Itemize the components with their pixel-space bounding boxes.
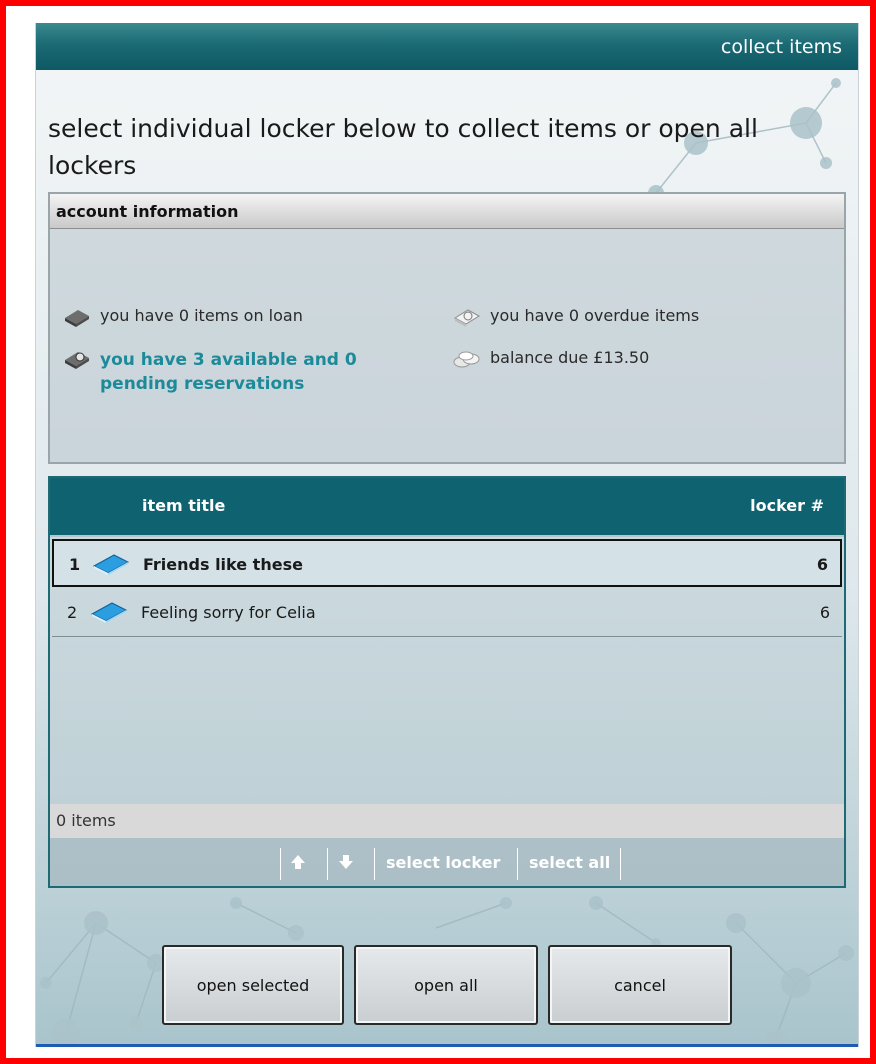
- reservation-book-icon: [65, 352, 89, 369]
- account-information-heading: account information: [50, 194, 844, 229]
- open-selected-button[interactable]: open selected: [162, 945, 344, 1025]
- loans-info: you have 0 items on loan: [62, 306, 303, 328]
- screen-title: collect items: [720, 36, 842, 58]
- cancel-button[interactable]: cancel: [548, 945, 732, 1025]
- balance-text: balance due £13.50: [490, 348, 650, 367]
- row-number: 2: [67, 603, 78, 622]
- arrow-down-icon[interactable]: [338, 852, 354, 872]
- items-table: item title locker # 1 Friends like these…: [48, 476, 846, 888]
- toolbar-separator: [280, 848, 281, 880]
- arrow-up-icon[interactable]: [290, 852, 306, 872]
- select-all-button[interactable]: select all: [529, 853, 610, 872]
- table-header: item title locker #: [50, 478, 844, 535]
- toolbar-separator: [374, 848, 375, 880]
- item-title: Friends like these: [143, 555, 303, 574]
- balance-info: balance due £13.50: [452, 348, 649, 370]
- overdue-clock-icon: [454, 309, 480, 327]
- account-information-panel: account information you have 0 items on …: [48, 192, 846, 464]
- row-number: 1: [69, 555, 81, 574]
- locker-number: 6: [816, 555, 828, 574]
- header-divider: [50, 535, 844, 537]
- collect-items-screen: collect items select individual locker b…: [35, 23, 859, 1047]
- coins-icon: [453, 351, 480, 368]
- instruction-text: select individual locker below to collec…: [48, 114, 758, 180]
- reservations-info[interactable]: you have 3 available and 0 pending reser…: [62, 348, 392, 396]
- reservations-text: you have 3 available and 0 pending reser…: [100, 350, 357, 394]
- table-row[interactable]: 1 Friends like these 6: [52, 539, 842, 587]
- overdue-info: you have 0 overdue items: [452, 306, 699, 328]
- item-title: Feeling sorry for Celia: [141, 603, 316, 622]
- title-bar: collect items: [36, 23, 858, 70]
- toolbar-separator: [327, 848, 328, 880]
- column-header-locker: locker #: [750, 496, 824, 515]
- book-icon: [65, 310, 89, 327]
- loans-text: you have 0 items on loan: [100, 306, 303, 325]
- table-row[interactable]: 2 Feeling sorry for Celia 6: [52, 589, 842, 637]
- book-item-icon: [92, 554, 130, 575]
- toolbar-separator: [517, 848, 518, 880]
- table-toolbar: select locker select all: [50, 838, 844, 886]
- bottom-border: [36, 1044, 858, 1047]
- overdue-text: you have 0 overdue items: [490, 306, 700, 325]
- item-count-status: 0 items: [50, 804, 844, 838]
- locker-number: 6: [819, 603, 830, 622]
- open-all-button[interactable]: open all: [354, 945, 538, 1025]
- toolbar-separator: [620, 848, 621, 880]
- column-header-item-title: item title: [142, 496, 226, 515]
- select-locker-button[interactable]: select locker: [386, 853, 500, 872]
- book-item-icon: [90, 602, 128, 623]
